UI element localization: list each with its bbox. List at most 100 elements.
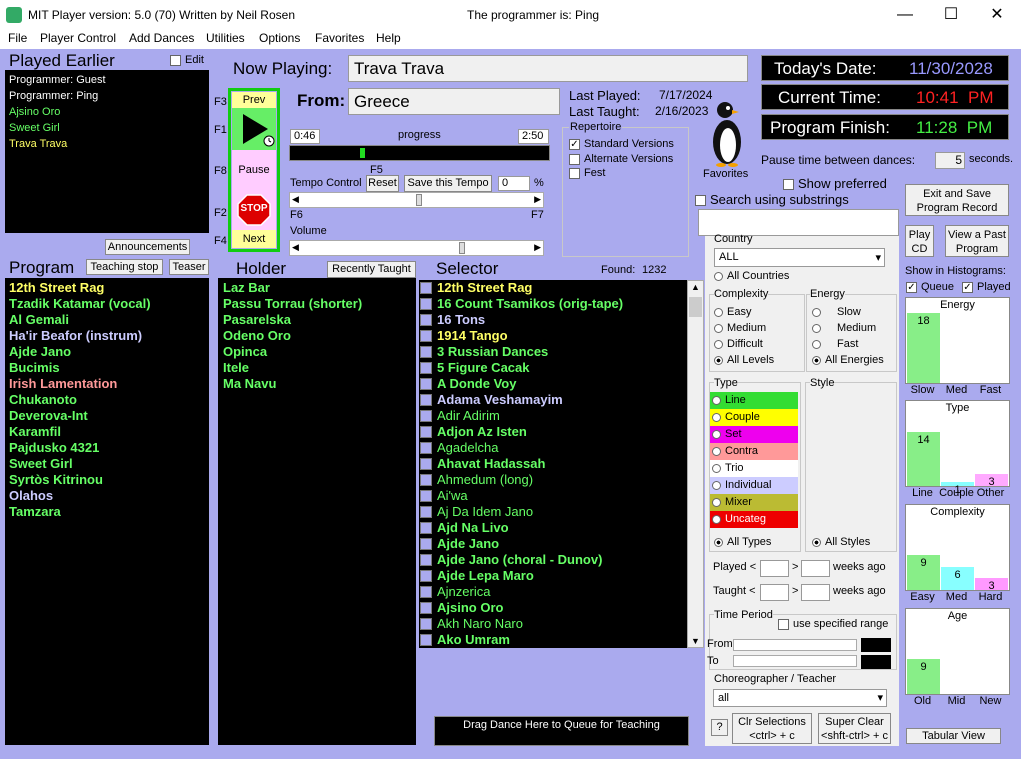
play-button[interactable] xyxy=(232,108,276,150)
holder-item[interactable]: Passu Torrau (shorter) xyxy=(223,296,411,312)
selector-row-checkbox[interactable] xyxy=(420,634,432,646)
selector-list[interactable]: 12th Street Rag 16 Count Tsamikos (orig-t… xyxy=(419,280,687,648)
prev-button[interactable]: Prev xyxy=(232,92,276,108)
played-lt-input[interactable] xyxy=(760,560,789,577)
selector-row-checkbox[interactable] xyxy=(420,474,432,486)
tabular-view-button[interactable]: Tabular View xyxy=(906,728,1001,744)
menu-add-dances[interactable]: Add Dances xyxy=(129,31,194,45)
selector-row[interactable]: A Donde Voy xyxy=(419,376,687,392)
taught-lt-input[interactable] xyxy=(760,584,789,601)
tempo-reset-button[interactable]: Reset xyxy=(366,175,399,192)
selector-row-checkbox[interactable] xyxy=(420,346,432,358)
drag-to-queue-area[interactable]: Drag Dance Here to Queue for Teaching xyxy=(434,716,689,746)
played-earlier-list[interactable]: Programmer: Guest Programmer: Ping Ajsino … xyxy=(5,70,209,233)
selector-row-checkbox[interactable] xyxy=(420,362,432,374)
program-item[interactable]: Tzadik Katamar (vocal) xyxy=(9,296,205,312)
selector-row-checkbox[interactable] xyxy=(420,426,432,438)
selector-row-checkbox[interactable] xyxy=(420,314,432,326)
selector-row[interactable]: Aj Da Idem Jano xyxy=(419,504,687,520)
to-slider[interactable] xyxy=(733,655,857,667)
view-past-program-button[interactable]: View a Past Program xyxy=(945,225,1009,257)
complexity-easy[interactable]: Easy xyxy=(714,306,751,318)
show-preferred-checkbox[interactable]: Show preferred xyxy=(783,176,887,191)
choreographer-select[interactable]: all ▾ xyxy=(713,689,887,707)
program-item[interactable]: Deverova-Int xyxy=(9,408,205,424)
selector-row[interactable]: Ai'wa xyxy=(419,488,687,504)
holder-item[interactable]: Ma Navu xyxy=(223,376,411,392)
program-item[interactable]: 12th Street Rag xyxy=(9,280,205,296)
selector-row-checkbox[interactable] xyxy=(420,522,432,534)
type-option[interactable]: Uncateg xyxy=(710,511,798,528)
type-option[interactable]: Set xyxy=(710,426,798,443)
all-countries-radio[interactable]: All Countries xyxy=(714,270,789,282)
selector-row-checkbox[interactable] xyxy=(420,458,432,470)
selector-row[interactable]: 16 Tons xyxy=(419,312,687,328)
stop-button[interactable]: STOP xyxy=(232,190,276,230)
queue-checkbox[interactable]: ✓ Queue xyxy=(906,281,954,293)
announcements-button[interactable]: Announcements xyxy=(105,239,190,255)
progress-bar[interactable] xyxy=(289,145,550,161)
holder-list[interactable]: Laz Bar Passu Torrau (shorter) Pasarelska O… xyxy=(218,278,416,745)
played-gt-input[interactable] xyxy=(801,560,830,577)
selector-row[interactable]: Agadelcha xyxy=(419,440,687,456)
teaching-stop-button[interactable]: Teaching stop xyxy=(86,259,163,275)
selector-row[interactable]: 5 Figure Cacak xyxy=(419,360,687,376)
from-slider[interactable] xyxy=(733,639,857,651)
selector-row[interactable]: Ajsino Oro xyxy=(419,600,687,616)
super-clear-button[interactable]: Super Clear <shft-ctrl> + c xyxy=(818,713,891,744)
help-button[interactable]: ? xyxy=(711,719,728,736)
energy-fast[interactable]: Fast xyxy=(812,338,858,350)
menu-player-control[interactable]: Player Control xyxy=(40,31,116,45)
program-item[interactable]: Sweet Girl xyxy=(9,456,205,472)
country-select[interactable]: ALL ▾ xyxy=(714,248,885,267)
selector-row-checkbox[interactable] xyxy=(420,570,432,582)
type-option[interactable]: Line xyxy=(710,392,798,409)
program-item[interactable]: Chukanoto xyxy=(9,392,205,408)
search-substrings-checkbox[interactable]: Search using substrings xyxy=(695,192,849,207)
selector-row[interactable]: Akh Naro Naro xyxy=(419,616,687,632)
program-item[interactable]: Pajdusko 4321 xyxy=(9,440,205,456)
program-item[interactable]: Karamfil xyxy=(9,424,205,440)
type-option[interactable]: Couple xyxy=(710,409,798,426)
played-earlier-item[interactable]: Programmer: Ping xyxy=(9,88,205,104)
played-earlier-item[interactable]: Sweet Girl xyxy=(9,120,205,136)
holder-item[interactable]: Opinca xyxy=(223,344,411,360)
favorites-button[interactable]: Favorites xyxy=(703,98,749,180)
menu-file[interactable]: File xyxy=(8,31,27,45)
selector-row-checkbox[interactable] xyxy=(420,618,432,630)
selector-row[interactable]: Ajd Na Livo xyxy=(419,520,687,536)
program-item[interactable]: Tamzara xyxy=(9,504,205,520)
type-option[interactable]: Contra xyxy=(710,443,798,460)
recently-taught-button[interactable]: Recently Taught xyxy=(327,261,416,278)
selector-row[interactable]: Ahmedum (long) xyxy=(419,472,687,488)
program-item[interactable]: Ha'ir Beafor (instrum) xyxy=(9,328,205,344)
holder-item[interactable]: Pasarelska xyxy=(223,312,411,328)
type-option[interactable]: Mixer xyxy=(710,494,798,511)
tempo-value[interactable]: 0 xyxy=(498,176,530,191)
selector-row-checkbox[interactable] xyxy=(420,298,432,310)
selector-row[interactable]: Ajnzerica xyxy=(419,584,687,600)
volume-slider[interactable]: ◀ ▶ xyxy=(289,240,544,256)
selector-row[interactable]: Ajde Jano (choral - Dunov) xyxy=(419,552,687,568)
played-earlier-item[interactable]: Ajsino Oro xyxy=(9,104,205,120)
holder-item[interactable]: Odeno Oro xyxy=(223,328,411,344)
all-types-radio[interactable]: All Types xyxy=(714,536,771,548)
played-checkbox[interactable]: ✓ Played xyxy=(962,281,1011,293)
played-earlier-item[interactable]: Trava Trava xyxy=(9,136,205,152)
selector-row-checkbox[interactable] xyxy=(420,378,432,390)
selector-row-checkbox[interactable] xyxy=(420,602,432,614)
menu-favorites[interactable]: Favorites xyxy=(315,31,364,45)
selector-row[interactable]: 1914 Tango xyxy=(419,328,687,344)
program-item[interactable]: Al Gemali xyxy=(9,312,205,328)
edit-checkbox[interactable]: Edit xyxy=(170,54,204,66)
rep-alternate[interactable]: Alternate Versions xyxy=(569,153,673,165)
type-option[interactable]: Individual xyxy=(710,477,798,494)
teaser-button[interactable]: Teaser xyxy=(169,259,209,275)
program-list[interactable]: 12th Street Rag Tzadik Katamar (vocal) Al … xyxy=(5,278,209,745)
taught-gt-input[interactable] xyxy=(801,584,830,601)
selector-row-checkbox[interactable] xyxy=(420,506,432,518)
maximize-icon[interactable]: ☐ xyxy=(928,0,974,30)
holder-item[interactable]: Laz Bar xyxy=(223,280,411,296)
program-item[interactable]: Olahos xyxy=(9,488,205,504)
rep-standard[interactable]: ✓ Standard Versions xyxy=(569,138,674,150)
